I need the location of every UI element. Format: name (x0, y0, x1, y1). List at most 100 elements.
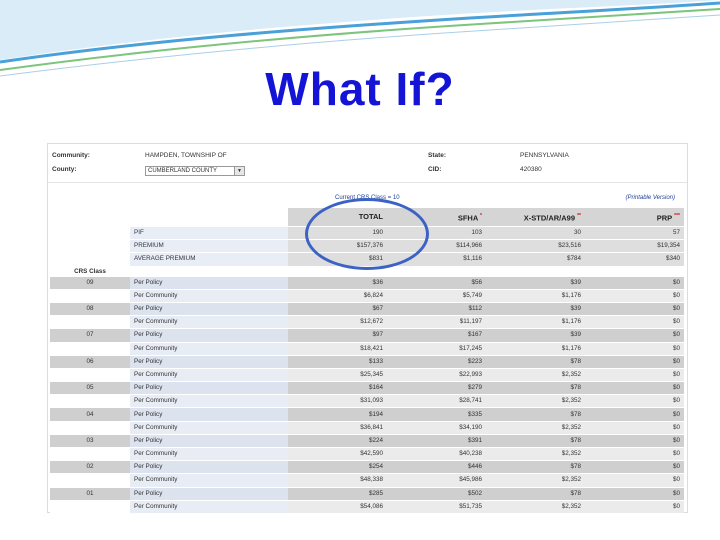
summary-value: $23,516 (486, 240, 585, 254)
per-community-value: $0 (585, 395, 684, 409)
per-community-label: Per Community (130, 395, 288, 409)
per-policy-label: Per Policy (130, 382, 288, 396)
per-community-value: $12,672 (288, 316, 387, 330)
per-policy-label: Per Policy (130, 329, 288, 343)
empty-cell (50, 421, 130, 435)
empty-cell (50, 316, 130, 330)
crs-class-value: 09 (50, 276, 130, 290)
per-community-value: $42,590 (288, 448, 387, 462)
per-policy-value: $0 (585, 302, 684, 317)
column-header: X-STD/AR/A99 ** (486, 208, 585, 227)
summary-value: $831 (288, 253, 387, 267)
embedded-screenshot: Community: HAMPDEN, TOWNSHIP OF County: … (47, 143, 688, 514)
empty-cell (50, 448, 130, 462)
summary-label: AVERAGE PREMIUM (130, 253, 288, 267)
summary-label: PREMIUM (130, 240, 288, 254)
per-community-value: $45,986 (387, 474, 486, 488)
per-community-value: $40,238 (387, 448, 486, 462)
per-policy-value: $78 (486, 487, 585, 501)
footnote-marker: * (480, 212, 482, 219)
crs-class-value: 07 (50, 329, 130, 343)
summary-label: PIF (130, 227, 288, 241)
per-community-value: $0 (585, 448, 684, 462)
per-community-value: $17,245 (387, 342, 486, 356)
per-community-value: $11,197 (387, 316, 486, 330)
per-policy-value: $133 (288, 355, 387, 369)
per-community-value: $0 (585, 368, 684, 383)
per-community-value: $0 (585, 289, 684, 303)
per-policy-row: 08 Per Policy $67 $112 $39 $0 (50, 302, 684, 317)
summary-value: 57 (585, 227, 684, 241)
per-community-label: Per Community (130, 342, 288, 356)
crs-class-value: 08 (50, 302, 130, 317)
premium-table: TOTAL SFHA * X-STD/AR/A99 ** PRP *** PIF 190 1… (50, 208, 684, 514)
per-policy-value: $112 (387, 302, 486, 317)
per-community-label: Per Community (130, 448, 288, 462)
per-community-value: $25,345 (288, 368, 387, 383)
crs-class-value: 04 (50, 408, 130, 422)
per-policy-value: $36 (288, 276, 387, 290)
summary-value: $157,376 (288, 240, 387, 254)
column-header: TOTAL (288, 208, 387, 227)
current-crs-label: Current CRS Class (335, 195, 387, 201)
empty-cell (130, 266, 684, 277)
per-policy-value: $78 (486, 408, 585, 422)
printable-version-link[interactable]: (Printable Version) (626, 195, 675, 201)
per-community-value: $1,176 (486, 316, 585, 330)
per-community-value: $2,352 (486, 395, 585, 409)
summary-value: $19,354 (585, 240, 684, 254)
summary-value: 190 (288, 227, 387, 241)
per-policy-value: $279 (387, 382, 486, 396)
per-community-row: Per Community $25,345 $22,993 $2,352 $0 (50, 368, 684, 383)
current-crs-class: Current CRS Class = 10 (335, 195, 400, 201)
footnote-marker: ** (577, 212, 581, 219)
crs-class-value: 05 (50, 382, 130, 396)
summary-value: $114,966 (387, 240, 486, 254)
per-policy-row: 01 Per Policy $285 $502 $78 $0 (50, 487, 684, 501)
per-community-row: Per Community $12,672 $11,197 $1,176 $0 (50, 316, 684, 330)
per-policy-value: $78 (486, 461, 585, 475)
per-policy-label: Per Policy (130, 276, 288, 290)
per-policy-value: $194 (288, 408, 387, 422)
per-community-value: $2,352 (486, 474, 585, 488)
blank-header-cell (130, 208, 288, 227)
per-policy-label: Per Policy (130, 355, 288, 369)
per-community-row: Per Community $31,093 $28,741 $2,352 $0 (50, 395, 684, 409)
county-select[interactable]: CUMBERLAND COUNTY ▼ (145, 166, 245, 176)
county-select-value: CUMBERLAND COUNTY (148, 168, 218, 174)
per-community-label: Per Community (130, 474, 288, 488)
per-policy-label: Per Policy (130, 302, 288, 317)
per-policy-label: Per Policy (130, 408, 288, 422)
footnote-marker: *** (674, 212, 680, 219)
state-label: State: (428, 152, 447, 159)
per-community-value: $2,352 (486, 448, 585, 462)
empty-cell (50, 368, 130, 383)
slide-title: What If? (265, 63, 455, 115)
per-community-value: $0 (585, 316, 684, 330)
empty-cell (50, 289, 130, 303)
empty-cell (50, 227, 130, 241)
summary-value: 103 (387, 227, 486, 241)
crs-class-value: 03 (50, 434, 130, 448)
per-community-value: $36,841 (288, 421, 387, 435)
per-policy-row: 09 Per Policy $36 $56 $39 $0 (50, 276, 684, 290)
per-community-label: Per Community (130, 316, 288, 330)
per-policy-value: $67 (288, 302, 387, 317)
per-community-value: $0 (585, 474, 684, 488)
per-community-value: $34,190 (387, 421, 486, 435)
column-header-row: TOTAL SFHA * X-STD/AR/A99 ** PRP *** (50, 208, 684, 227)
crs-bar: Current CRS Class = 10 (Printable Versio… (48, 194, 687, 204)
state-value: PENNSYLVANIA (520, 152, 569, 159)
per-policy-value: $0 (585, 487, 684, 501)
community-label: Community: (52, 152, 90, 159)
per-policy-value: $0 (585, 434, 684, 448)
per-community-row: Per Community $48,338 $45,986 $2,352 $0 (50, 474, 684, 488)
chevron-down-icon[interactable]: ▼ (234, 167, 244, 175)
per-community-value: $28,741 (387, 395, 486, 409)
per-community-row: Per Community $42,590 $40,238 $2,352 $0 (50, 448, 684, 462)
per-community-value: $31,093 (288, 395, 387, 409)
crs-class-value: 02 (50, 461, 130, 475)
per-community-value: $0 (585, 342, 684, 356)
per-policy-row: 02 Per Policy $254 $446 $78 $0 (50, 461, 684, 475)
summary-value: $784 (486, 253, 585, 267)
